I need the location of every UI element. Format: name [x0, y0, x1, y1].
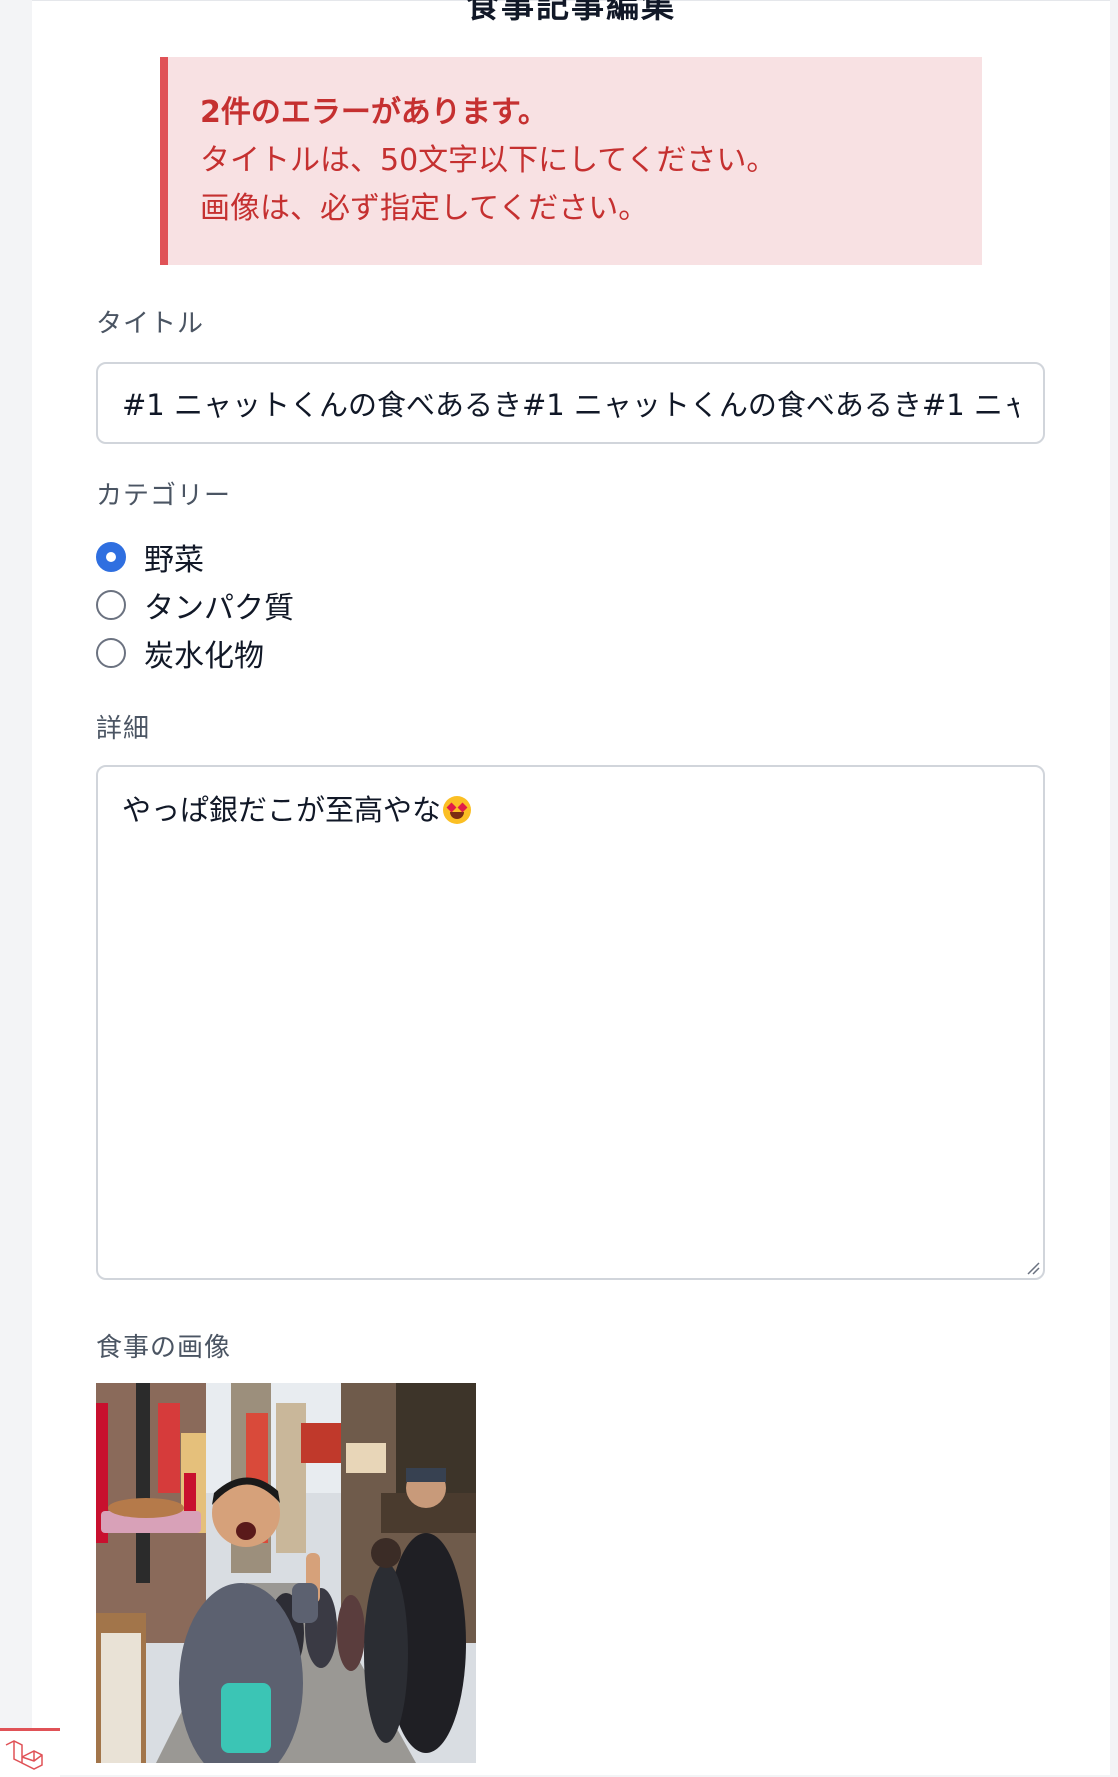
page-title: 食事記事編集	[466, 0, 676, 25]
star-struck-emoji-icon	[443, 796, 472, 824]
image-label: 食事の画像	[96, 1333, 232, 1363]
meal-photo	[96, 1383, 476, 1763]
meal-photo-image	[96, 1383, 476, 1763]
radio-button-checked[interactable]	[96, 542, 126, 572]
category-option-protein[interactable]: タンパク質	[96, 581, 294, 629]
resize-handle-icon[interactable]	[1026, 1261, 1040, 1275]
detail-text: やっぱ銀だこが至高やな	[122, 793, 442, 827]
category-option-vegetable[interactable]: 野菜	[96, 533, 294, 581]
detail-textarea[interactable]: やっぱ銀だこが至高やな	[96, 765, 1045, 1280]
error-item: タイトルは、50文字以下にしてください。	[200, 143, 777, 178]
edit-form-card: 食事記事編集 2件のエラーがあります。 タイトルは、50文字以下にしてください。…	[32, 0, 1110, 1775]
category-option-label: 野菜	[144, 543, 204, 578]
category-option-label: 炭水化物	[144, 639, 264, 674]
radio-button[interactable]	[96, 638, 126, 668]
error-list: タイトルは、50文字以下にしてください。 画像は、必ず指定してください。	[200, 137, 982, 233]
laravel-logo-icon	[0, 1728, 60, 1777]
category-label: カテゴリー	[96, 481, 232, 511]
error-heading: 2件のエラーがあります。	[200, 95, 548, 130]
category-option-carbohydrate[interactable]: 炭水化物	[96, 629, 294, 677]
detail-label: 詳細	[96, 714, 151, 744]
category-radio-group: 野菜 タンパク質 炭水化物	[96, 533, 294, 677]
title-input[interactable]	[96, 362, 1045, 444]
error-alert: 2件のエラーがあります。 タイトルは、50文字以下にしてください。 画像は、必ず…	[160, 57, 982, 265]
radio-button[interactable]	[96, 590, 126, 620]
title-label: タイトル	[96, 309, 205, 339]
error-item: 画像は、必ず指定してください。	[200, 191, 649, 226]
category-option-label: タンパク質	[144, 591, 294, 626]
